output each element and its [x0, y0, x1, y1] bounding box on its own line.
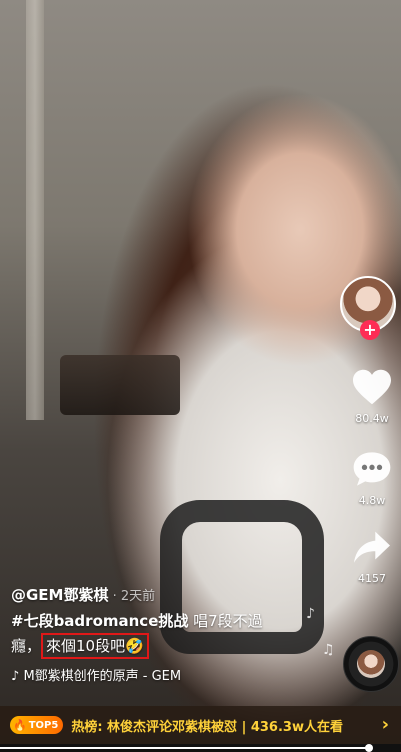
hot-list-banner[interactable]: 🔥 TOP5 热榜: 林俊杰评论邓紫棋被怼 | 436.3w人在看 › — [0, 706, 401, 744]
music-info[interactable]: ♪ M鄧紫棋创作的原声 - GEM — [11, 665, 331, 684]
author-line: @GEM鄧紫棋 · 2天前 — [11, 584, 331, 605]
music-disc-cover — [357, 650, 385, 678]
progress-bar[interactable] — [0, 744, 401, 752]
chevron-right-icon[interactable]: › — [382, 714, 389, 735]
progress-knob[interactable] — [365, 744, 373, 752]
hashtag-link[interactable]: #七段badromance挑战 — [11, 612, 188, 630]
like-count: 80.4w — [355, 412, 389, 425]
share-button[interactable]: 4157 — [346, 530, 398, 585]
comment-count: 4.8w — [358, 494, 386, 507]
music-label: M鄧紫棋创作的原声 - GEM — [23, 669, 182, 684]
time-separator: · — [108, 589, 121, 604]
progress-fill — [0, 747, 369, 749]
music-note-icon: ♪ — [11, 669, 20, 684]
like-button[interactable]: 80.4w — [346, 368, 398, 425]
top5-label: TOP5 — [28, 719, 59, 731]
caption-text-1: 唱7段不過 — [188, 612, 263, 630]
flame-icon: 🔥 — [13, 718, 27, 732]
background-door — [26, 0, 44, 420]
heart-icon — [353, 369, 391, 405]
author-handle[interactable]: @GEM鄧紫棋 — [11, 586, 109, 604]
comment-button[interactable]: 4.8w — [346, 450, 398, 507]
comment-icon — [353, 452, 391, 486]
share-count: 4157 — [358, 572, 386, 585]
top5-badge: 🔥 TOP5 — [10, 716, 64, 734]
music-disc[interactable] — [343, 636, 399, 692]
follow-button[interactable]: + — [360, 320, 380, 340]
background-sofa — [60, 355, 180, 415]
post-time: 2天前 — [120, 589, 156, 604]
hot-list-text: 热榜: 林俊杰评论邓紫棋被怼 | 436.3w人在看 — [71, 719, 343, 735]
share-icon — [354, 531, 390, 563]
caption-text-2: 癮， — [11, 637, 42, 655]
video-info: @GEM鄧紫棋 · 2天前 #七段badromance挑战 唱7段不過 癮， 來個… — [11, 584, 331, 684]
caption: #七段badromance挑战 唱7段不過 癮， 來個10段吧🤣 — [11, 609, 331, 659]
highlighted-caption: 來個10段吧🤣 — [41, 633, 149, 659]
